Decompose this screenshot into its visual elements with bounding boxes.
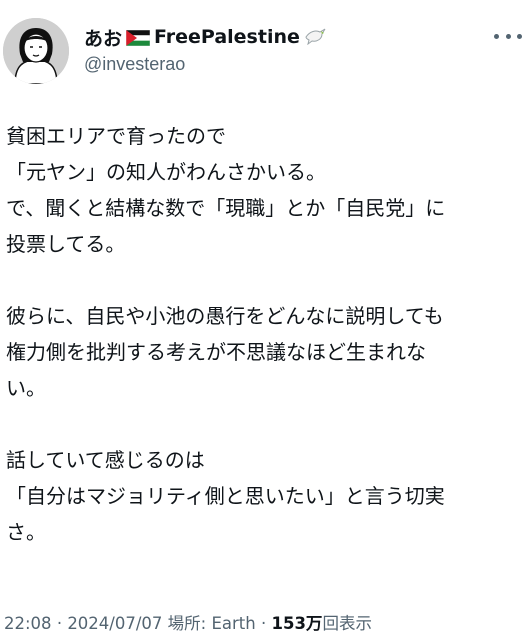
tweet-header: あお FreePalestine @investerao	[0, 0, 530, 100]
display-name-main: FreePalestine	[154, 26, 300, 48]
tweet-date[interactable]: 2024/07/07	[67, 614, 162, 633]
display-name[interactable]: あお FreePalestine	[84, 24, 326, 50]
tweet-line: 権力側を批判する考えが不思議なほど生まれな	[6, 340, 426, 364]
separator: ·	[56, 614, 63, 633]
more-options-button[interactable]	[494, 28, 522, 44]
tweet-line: 「自分はマジョリティ側と思いたい」と言う切実	[6, 484, 445, 508]
tweet-line: 投票してる。	[6, 232, 126, 256]
more-dot-icon	[494, 33, 499, 39]
avatar-illustration	[3, 18, 69, 84]
tweet-line: 貧困エリアで育ったので	[6, 124, 226, 148]
tweet-line: 彼らに、自民や小池の愚行をどんなに説明しても	[6, 304, 444, 328]
avatar[interactable]	[3, 18, 69, 84]
location-label: 場所: Earth	[167, 614, 256, 633]
views-label: 回表示	[322, 614, 372, 633]
tweet-time[interactable]: 22:08	[4, 614, 52, 633]
tweet-line: い。	[6, 376, 46, 400]
tweet-line: 「元ヤン」の知人がわんさかいる。	[6, 160, 326, 184]
palestine-flag-icon	[125, 29, 151, 47]
more-dot-icon	[517, 33, 522, 39]
more-dot-icon	[505, 33, 511, 39]
tweet-line: 話していて感じるのは	[6, 448, 205, 472]
tweet-metadata: 22:08 · 2024/07/07 場所: Earth · 153万回表示	[4, 610, 372, 634]
views-count: 153万	[271, 614, 323, 633]
user-handle[interactable]: @investerao	[84, 54, 185, 75]
dove-icon	[304, 25, 326, 50]
tweet-text: 貧困エリアで育ったので 「元ヤン」の知人がわんさかいる。 で、聞くと結構な数で「…	[6, 118, 528, 550]
tweet-line	[6, 262, 528, 298]
tweet-line	[6, 406, 528, 442]
separator: ·	[260, 614, 267, 633]
display-name-prefix: あお	[84, 27, 123, 50]
tweet-line: さ。	[6, 520, 46, 544]
tweet-line: で、聞くと結構な数で「現職」とか「自民党」に	[6, 196, 446, 220]
